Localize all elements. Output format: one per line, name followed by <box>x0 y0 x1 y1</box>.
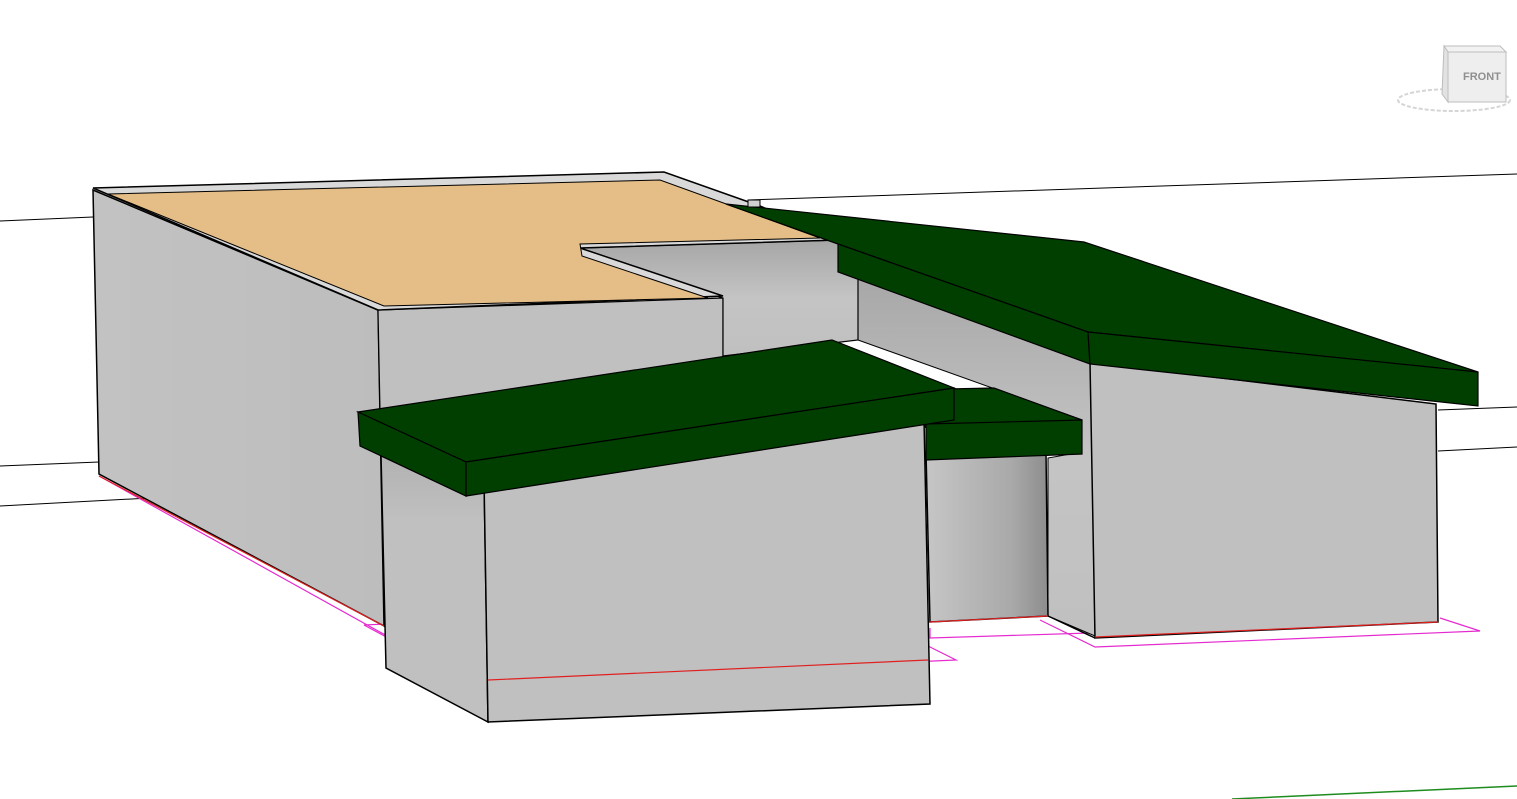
view-cube-top-face[interactable] <box>1443 45 1508 53</box>
view-cube[interactable]: FRONT <box>1392 38 1517 128</box>
roof-edge-cap <box>747 199 761 208</box>
view-cube-left-face[interactable] <box>1441 44 1449 104</box>
view-cube-front-label[interactable]: FRONT <box>1463 71 1501 83</box>
3d-viewport[interactable]: FRONT <box>0 0 1517 799</box>
wall-recess <box>925 451 1049 623</box>
grid-line-green <box>1231 785 1517 799</box>
building-model-scene[interactable] <box>0 0 1517 799</box>
roof-recess-fascia <box>925 419 1083 461</box>
wall-east-front <box>1089 361 1439 639</box>
